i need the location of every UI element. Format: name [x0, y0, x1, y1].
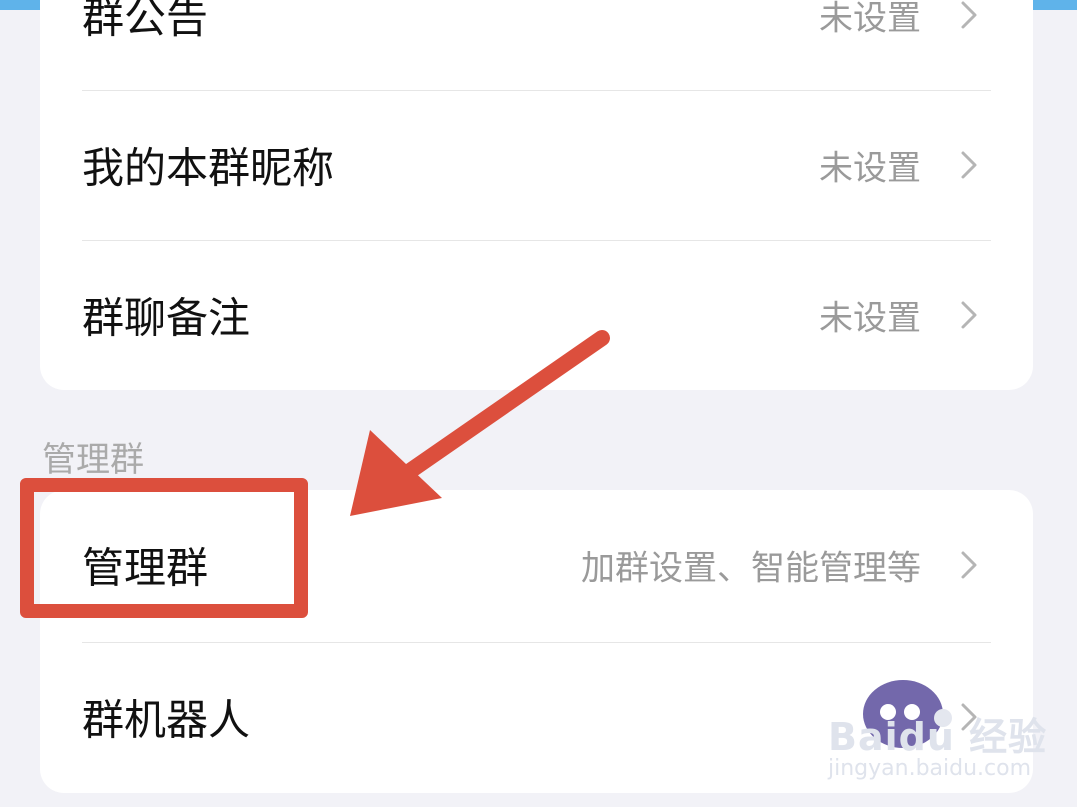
watermark-brand: Baidu 经验 — [828, 715, 1048, 759]
chevron-right-icon — [961, 151, 977, 179]
row-value: 未设置 — [819, 0, 921, 39]
watermark-url: jingyan.baidu.com — [828, 756, 1032, 781]
chevron-right-icon — [961, 551, 977, 579]
row-label: 群机器人 — [82, 695, 251, 745]
row-label: 群聊备注 — [82, 293, 251, 343]
highlight-box — [20, 478, 308, 618]
pointer-arrow-icon — [350, 330, 610, 516]
chevron-right-icon — [961, 1, 977, 29]
chevron-right-icon — [961, 301, 977, 329]
group-announcement-row[interactable]: 群公告 未设置 — [82, 0, 991, 90]
manage-section-header: 管理群 — [42, 440, 144, 480]
row-label: 群公告 — [82, 0, 209, 43]
row-value: 未设置 — [819, 298, 921, 339]
row-value: 加群设置、智能管理等 — [581, 548, 921, 589]
row-value: 未设置 — [819, 148, 921, 189]
my-group-nickname-row[interactable]: 我的本群昵称 未设置 — [82, 90, 991, 240]
row-label: 我的本群昵称 — [82, 143, 335, 193]
